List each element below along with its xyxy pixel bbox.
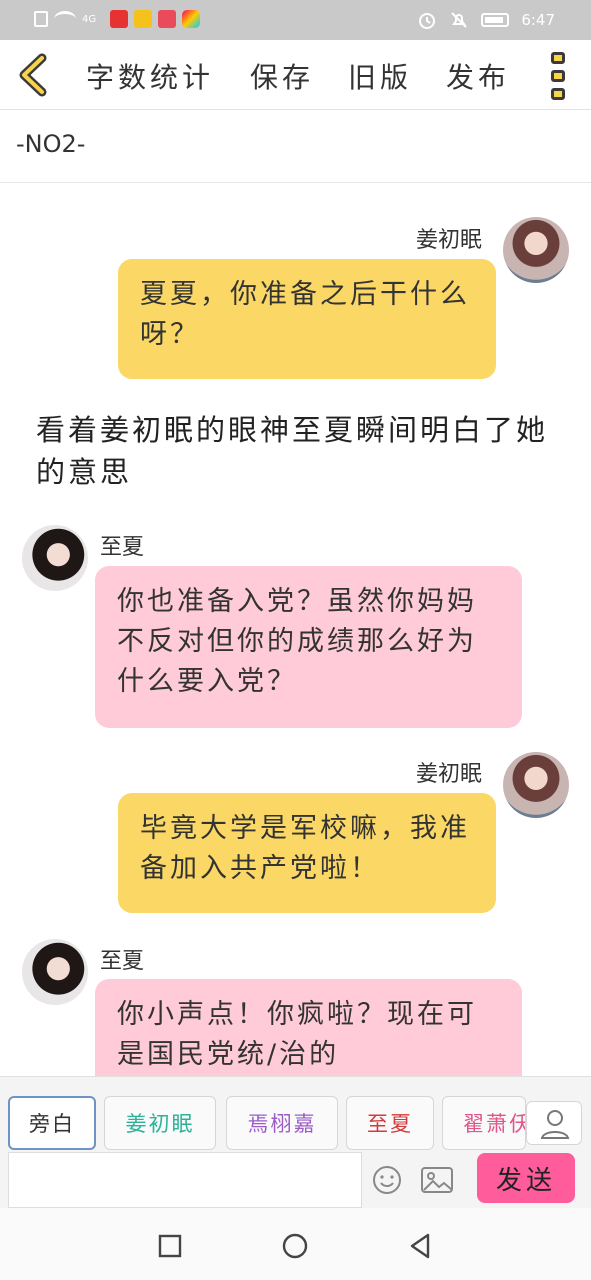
more-dot-icon [551,70,565,82]
character-button[interactable]: 至夏 [346,1096,434,1150]
sim-icon [34,11,48,27]
avatar[interactable] [503,752,569,818]
speaker-name: 姜初眠 [416,762,483,787]
wifi-icon [54,11,76,27]
status-left-icons: 4G [34,10,200,28]
person-icon [540,1110,570,1139]
chat-message-list[interactable]: 姜初眠 夏夏，你准备之后干什么呀？ 看着姜初眠的眼神至夏瞬间明白了她的意思 至夏… [0,183,591,1076]
data-indicator: 4G [82,13,97,25]
character-button[interactable]: 焉栩嘉 [226,1096,338,1150]
character-selector: 旁白 姜初眠 焉栩嘉 至夏 翟萧仸 [0,1076,591,1152]
more-menu-button[interactable] [551,52,569,100]
alarm-icon [419,13,436,29]
emoji-icon[interactable] [371,1164,403,1196]
status-time: 6:47 [521,11,555,29]
chat-bubble[interactable]: 你也准备入党？虽然你妈妈不反对但你的成绩那么好为什么要入党？ [95,566,522,728]
character-manage-button[interactable] [526,1101,582,1145]
character-button[interactable]: 姜初眠 [104,1096,216,1150]
app-notification-icon [110,10,128,28]
chat-bubble[interactable]: 你小声点！你疯啦？现在可是国民党统/治的 [95,979,522,1076]
word-count-button[interactable]: 字数统计 [86,56,214,96]
app-notification-icon [182,10,200,28]
save-button[interactable]: 保存 [250,56,314,96]
avatar[interactable] [22,939,88,1005]
chat-bubble[interactable]: 夏夏，你准备之后干什么呀？ [118,259,496,379]
status-bar: 4G 6:47 [0,0,591,40]
status-right-icons: 6:47 [417,10,555,30]
message-input[interactable] [8,1152,362,1208]
speaker-name: 姜初眠 [416,228,483,253]
chapter-title[interactable]: -NO2- [16,130,85,158]
character-button[interactable]: 翟萧仸 [442,1096,526,1150]
more-dot-icon [551,52,565,64]
chevron-left-icon [19,53,47,97]
back-button[interactable] [10,50,60,100]
compose-row: 发送 [0,1152,591,1208]
character-label: 旁白 [29,1112,75,1136]
more-dot-icon [551,88,565,100]
send-button[interactable]: 发送 [477,1153,575,1203]
back-icon[interactable] [406,1232,434,1260]
editor-toolbar: 字数统计 保存 旧版 发布 [0,40,591,110]
image-icon[interactable] [420,1164,454,1196]
publish-button[interactable]: 发布 [446,56,510,96]
system-nav-bar [0,1208,591,1280]
character-label: 至夏 [367,1112,413,1136]
avatar[interactable] [503,217,569,283]
old-version-button[interactable]: 旧版 [348,56,412,96]
battery-icon [481,13,510,27]
character-button[interactable]: 旁白 [8,1096,96,1150]
character-label: 姜初眠 [125,1112,195,1136]
avatar[interactable] [22,525,88,591]
recent-apps-icon[interactable] [156,1232,184,1260]
book-notification-icon [158,10,176,28]
character-label: 翟萧仸 [463,1112,526,1136]
home-icon[interactable] [281,1232,309,1260]
speaker-name: 至夏 [100,949,145,974]
app-notification-icon [134,10,152,28]
speaker-name: 至夏 [100,535,145,560]
chat-bubble[interactable]: 毕竟大学是军校嘛，我准备加入共产党啦！ [118,793,496,913]
mute-icon [451,12,468,28]
character-label: 焉栩嘉 [247,1112,317,1136]
narration-text[interactable]: 看着姜初眠的眼神至夏瞬间明白了她的意思 [36,409,556,493]
